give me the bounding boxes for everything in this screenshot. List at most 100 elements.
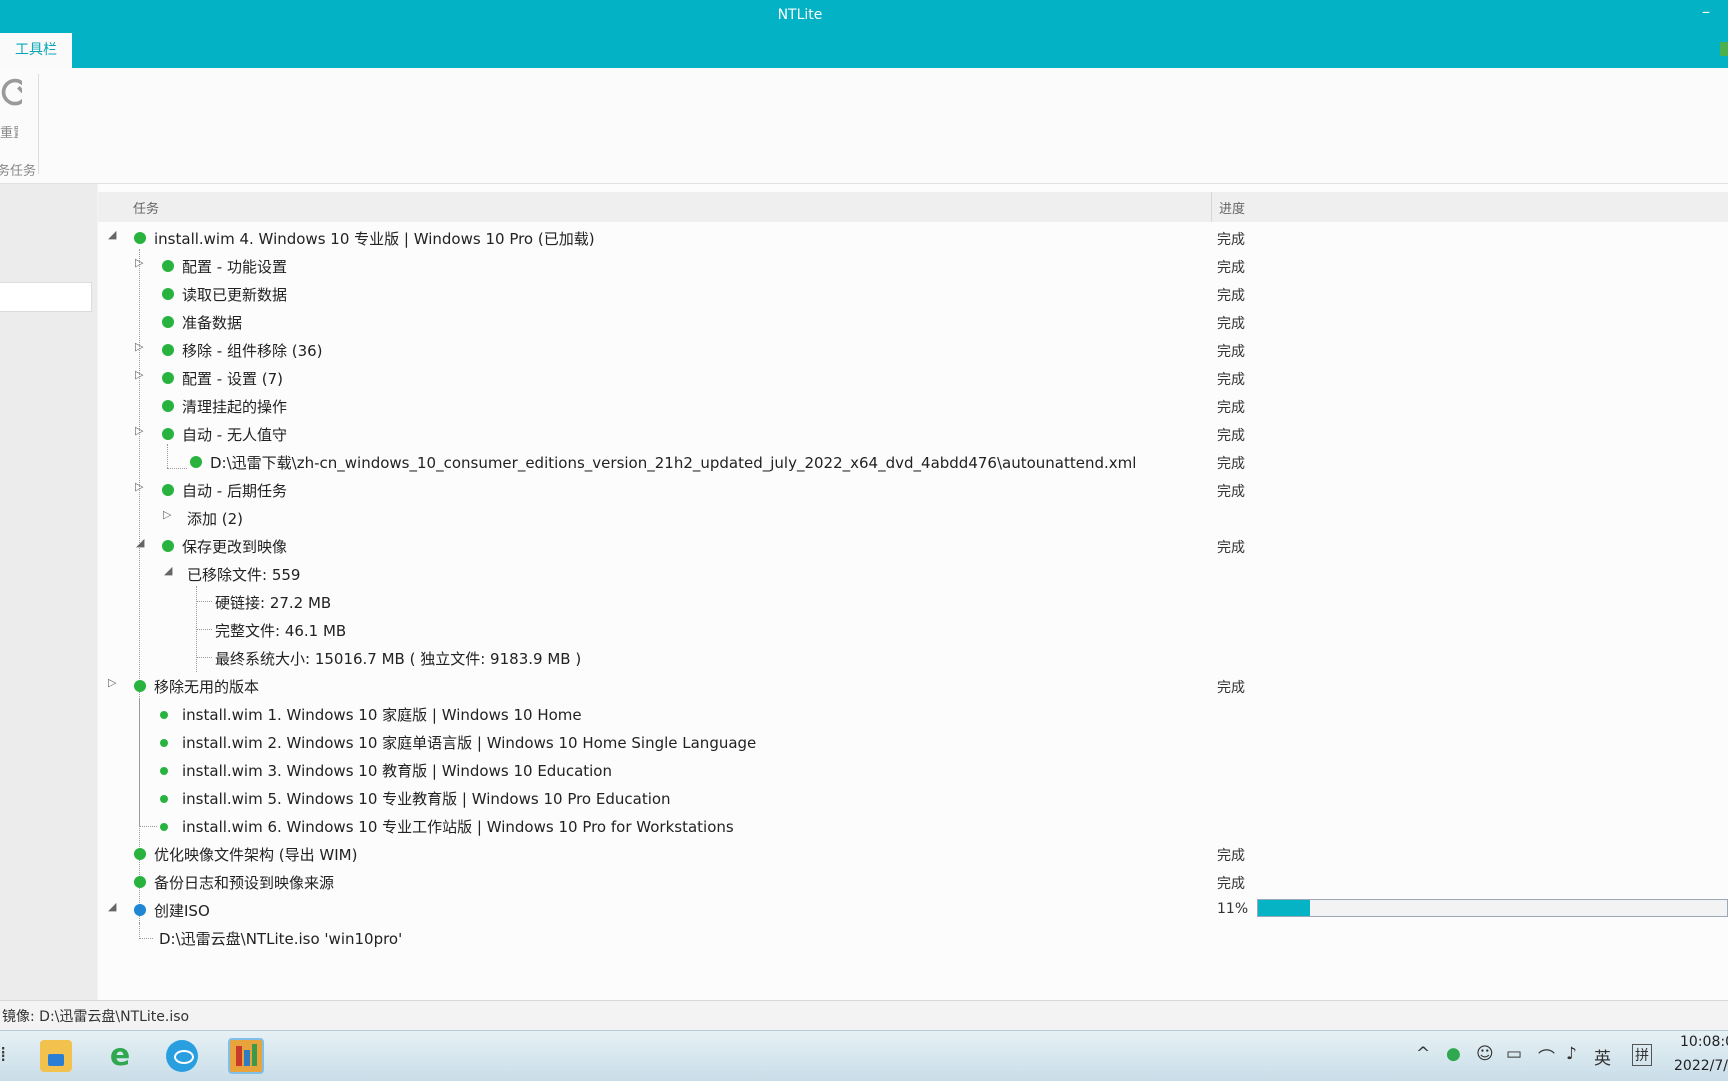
done-status-icon [134,876,146,888]
done-status-icon [160,823,168,831]
tree-row[interactable]: install.wim 6. Windows 10 专业工作站版 | Windo… [98,812,1728,840]
row-status: 完成 [1217,540,1245,556]
row-status: 完成 [1217,344,1245,360]
tree-row[interactable]: ▷ 添加 (2) [98,504,1728,532]
clock-time[interactable]: 10:08:0 [1680,1034,1728,1050]
done-status-icon [134,232,146,244]
row-label: 自动 - 无人值守 [182,426,287,444]
row-label: 创建ISO [154,902,210,920]
refresh-icon[interactable]: ⟳ [0,74,22,114]
row-status: 完成 [1217,456,1245,472]
row-label: 添加 (2) [187,510,244,528]
status-bar-text: 镜像: D:\迅雷云盘\NTLite.iso [2,1009,190,1025]
tree-row[interactable]: ◢ install.wim 4. Windows 10 专业版 | Window… [98,224,1728,252]
column-header [98,192,1728,222]
row-label: install.wim 4. Windows 10 专业版 | Windows … [154,230,595,248]
tree-row[interactable]: 读取已更新数据 完成 [98,280,1728,308]
row-label: install.wim 2. Windows 10 家庭单语言版 | Windo… [182,734,757,752]
row-label: 保存更改到映像 [182,538,288,556]
ntlite-icon[interactable] [228,1038,264,1074]
qq-tray-icon[interactable]: ☺ [1476,1044,1494,1064]
wifi-icon[interactable]: ⌒ [1538,1044,1555,1069]
clock-date[interactable]: 2022/7/ [1674,1058,1728,1074]
column-header-progress[interactable]: 进度 [1219,198,1245,217]
row-status: 完成 [1217,400,1245,416]
browser-tray-icon[interactable]: ● [1446,1044,1461,1064]
row-label: 备份日志和预设到映像来源 [154,874,335,892]
ime-language[interactable]: 英 [1594,1044,1611,1069]
row-label: 优化映像文件架构 (导出 WIM) [154,846,358,864]
collapse-icon[interactable]: ◢ [136,536,144,549]
done-status-icon [160,711,168,719]
expand-icon[interactable]: ▷ [163,508,171,521]
tree-row[interactable]: ▷ 自动 - 无人值守 完成 [98,420,1728,448]
expand-icon[interactable]: ▷ [135,480,143,493]
ime-mode[interactable]: 拼 [1632,1044,1652,1066]
done-status-icon [160,739,168,747]
tree-row[interactable]: 优化映像文件架构 (导出 WIM) 完成 [98,840,1728,868]
row-label: 移除无用的版本 [154,678,260,696]
minimize-button[interactable]: – [1702,2,1710,21]
done-status-icon [160,767,168,775]
tree-row[interactable]: 备份日志和预设到映像来源 完成 [98,868,1728,896]
start-button[interactable]: ⁞ [0,1042,6,1066]
tree-row[interactable]: ▷ 移除无用的版本 完成 [98,672,1728,700]
chat-app-icon[interactable] [166,1040,198,1072]
done-status-icon [134,848,146,860]
collapse-icon[interactable]: ◢ [164,564,172,577]
tree-row[interactable]: D:\迅雷下载\zh-cn_windows_10_consumer_editio… [98,448,1728,476]
ie-icon[interactable]: e [104,1040,136,1072]
reset-label[interactable]: 重置 [0,122,18,141]
row-label: 配置 - 功能设置 [182,258,287,276]
show-hidden-icons-icon[interactable]: ^ [1416,1044,1430,1064]
expand-icon[interactable]: ▷ [135,256,143,269]
collapse-icon[interactable]: ◢ [108,228,116,241]
tree-row[interactable]: 硬链接: 27.2 MB [98,588,1728,616]
tree-row[interactable]: install.wim 2. Windows 10 家庭单语言版 | Windo… [98,728,1728,756]
left-panel-field[interactable] [0,282,92,312]
ribbon-separator [38,74,39,174]
column-header-task[interactable]: 任务 [133,198,159,217]
done-status-icon [162,316,174,328]
row-status: 完成 [1217,372,1245,388]
tree-row[interactable]: 完整文件: 46.1 MB [98,616,1728,644]
done-status-icon [190,456,202,468]
tree-row[interactable]: 准备数据 完成 [98,308,1728,336]
tab-toolbar[interactable]: 工具栏 [0,33,72,68]
expand-icon[interactable]: ▷ [108,676,116,689]
tree-row[interactable]: 最终系统大小: 15016.7 MB ( 独立文件: 9183.9 MB ) [98,644,1728,672]
volume-icon[interactable]: ♪ [1566,1044,1577,1064]
row-label: 已移除文件: 559 [187,566,301,584]
tree-row[interactable]: 清理挂起的操作 完成 [98,392,1728,420]
expand-icon[interactable]: ▷ [135,368,143,381]
tree-row[interactable]: ◢ 已移除文件: 559 [98,560,1728,588]
row-label: 自动 - 后期任务 [182,482,287,500]
tree-row[interactable]: install.wim 1. Windows 10 家庭版 | Windows … [98,700,1728,728]
tree-row[interactable]: install.wim 3. Windows 10 教育版 | Windows … [98,756,1728,784]
folder-icon[interactable] [40,1040,72,1072]
row-label: install.wim 5. Windows 10 专业教育版 | Window… [182,790,671,808]
done-status-icon [162,540,174,552]
battery-icon[interactable]: ▭ [1506,1044,1522,1064]
tree-row[interactable]: ▷ 移除 - 组件移除 (36) 完成 [98,336,1728,364]
tree-row[interactable]: install.wim 5. Windows 10 专业教育版 | Window… [98,784,1728,812]
expand-icon[interactable]: ▷ [135,340,143,353]
row-label: 配置 - 设置 (7) [182,370,283,388]
tree-row[interactable]: ▷ 自动 - 后期任务 完成 [98,476,1728,504]
row-label: 硬链接: 27.2 MB [215,594,332,612]
row-label: install.wim 1. Windows 10 家庭版 | Windows … [182,706,582,724]
done-status-icon [162,484,174,496]
row-status: 完成 [1217,484,1245,500]
tree-row[interactable]: ◢ 保存更改到映像 完成 [98,532,1728,560]
row-label: 移除 - 组件移除 (36) [182,342,323,360]
row-status: 完成 [1217,876,1245,892]
tree-row[interactable]: D:\迅雷云盘\NTLite.iso 'win10pro' [98,924,1728,952]
row-label: 准备数据 [182,314,243,332]
ribbon [0,68,1728,184]
tree-row[interactable]: ▷ 配置 - 功能设置 完成 [98,252,1728,280]
tree-row[interactable]: ▷ 配置 - 设置 (7) 完成 [98,364,1728,392]
collapse-icon[interactable]: ◢ [108,900,116,913]
expand-icon[interactable]: ▷ [135,424,143,437]
row-status: 完成 [1217,316,1245,332]
column-separator[interactable] [1211,192,1212,222]
